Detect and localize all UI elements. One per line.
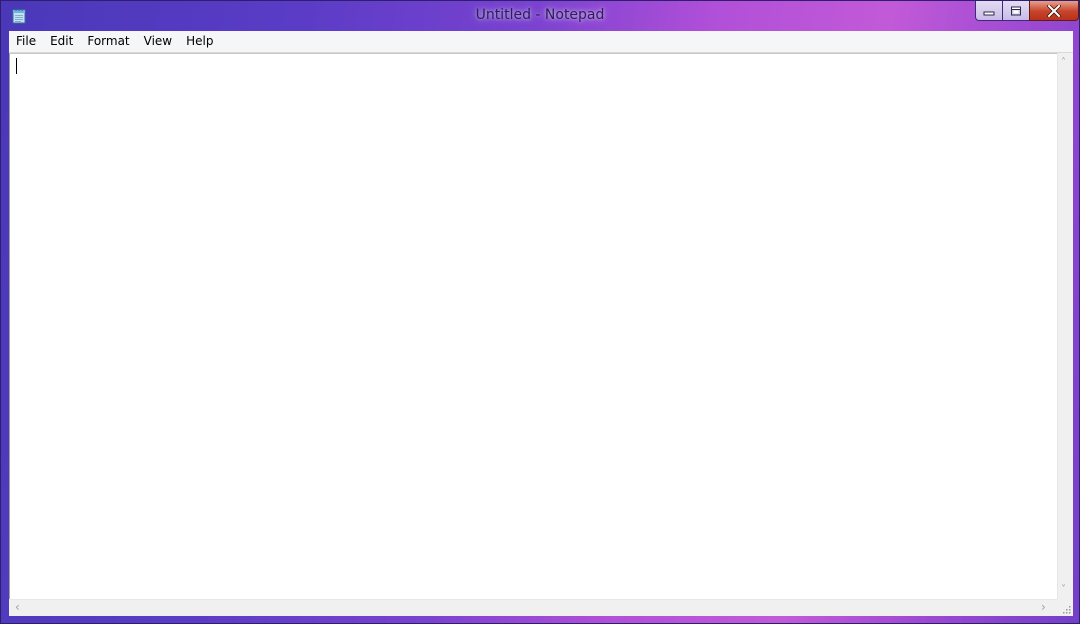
resize-grip-icon[interactable] [1061,604,1071,614]
minimize-button[interactable] [975,1,1002,21]
menu-edit[interactable]: Edit [43,31,80,52]
menu-file[interactable]: File [9,31,43,52]
title-bar[interactable]: Untitled - Notepad [1,1,1079,31]
text-caret [16,58,17,74]
scroll-down-icon[interactable]: ˅ [1061,585,1066,595]
menu-bar: File Edit Format View Help [9,31,1073,53]
menu-view[interactable]: View [137,31,179,52]
maximize-icon [1011,6,1021,15]
close-button[interactable] [1029,1,1079,21]
scrollbar-corner [1057,599,1073,616]
text-editor[interactable] [9,53,1057,599]
maximize-button[interactable] [1002,1,1029,21]
menu-format[interactable]: Format [80,31,136,52]
horizontal-scrollbar[interactable]: ‹ › [9,599,1057,616]
scroll-right-icon[interactable]: › [1041,601,1046,613]
window-title: Untitled - Notepad [475,7,605,23]
menu-help[interactable]: Help [179,31,220,52]
vertical-scrollbar[interactable]: ˄ ˅ [1057,53,1073,599]
notepad-window: Untitled - Notepad File Edit Format View… [0,0,1080,624]
scroll-left-icon[interactable]: ‹ [15,601,20,613]
minimize-icon [983,11,995,15]
scroll-up-icon[interactable]: ˄ [1061,58,1066,68]
window-controls [975,1,1079,22]
close-icon [1047,4,1061,17]
